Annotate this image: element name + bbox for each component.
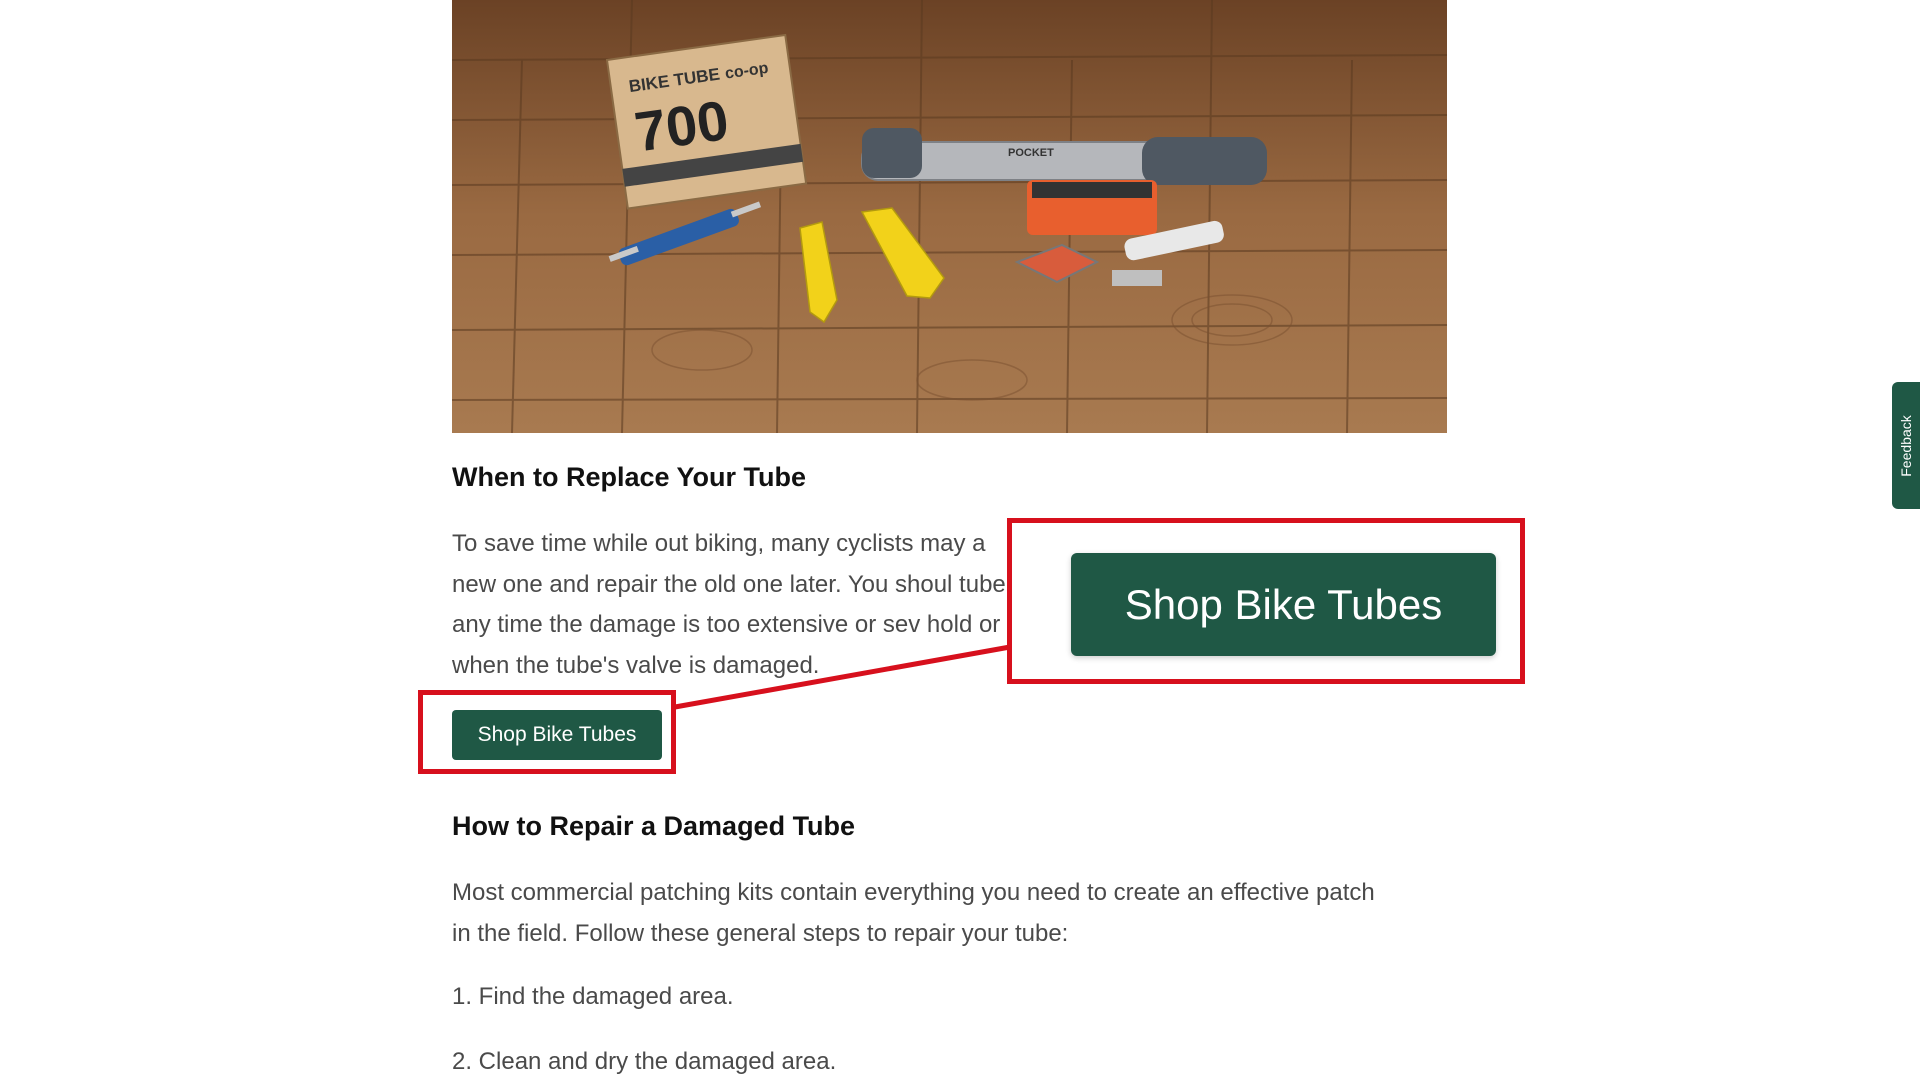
hero-image: BIKE TUBE 700 co-op POCKET [452,0,1447,433]
repair-kit-photo: BIKE TUBE 700 co-op POCKET [452,0,1447,433]
svg-text:POCKET: POCKET [1008,147,1054,159]
section-heading-repair: How to Repair a Damaged Tube [452,811,856,841]
section-body-repair: Most commercial patching kits contain ev… [452,879,1375,947]
section-heading-replace: When to Replace Your Tube [452,462,807,492]
feedback-tab[interactable]: Feedback [1892,382,1920,509]
article-page: BIKE TUBE 700 co-op POCKET When to Repla… [0,0,1920,1080]
callout-shop-bike-tubes-button[interactable]: Shop Bike Tubes [1071,553,1496,656]
feedback-label: Feedback [1898,414,1914,477]
bike-tube-box: BIKE TUBE 700 co-op [605,33,808,210]
repair-step-2: 2. Clean and dry the damaged area. [452,1048,837,1075]
svg-text:700: 700 [631,88,732,163]
section-body-replace: To save time while out biking, many cycl… [452,530,1006,679]
shop-bike-tubes-button[interactable]: Shop Bike Tubes [452,710,662,760]
repair-step-1: 1. Find the damaged area. [452,983,734,1010]
